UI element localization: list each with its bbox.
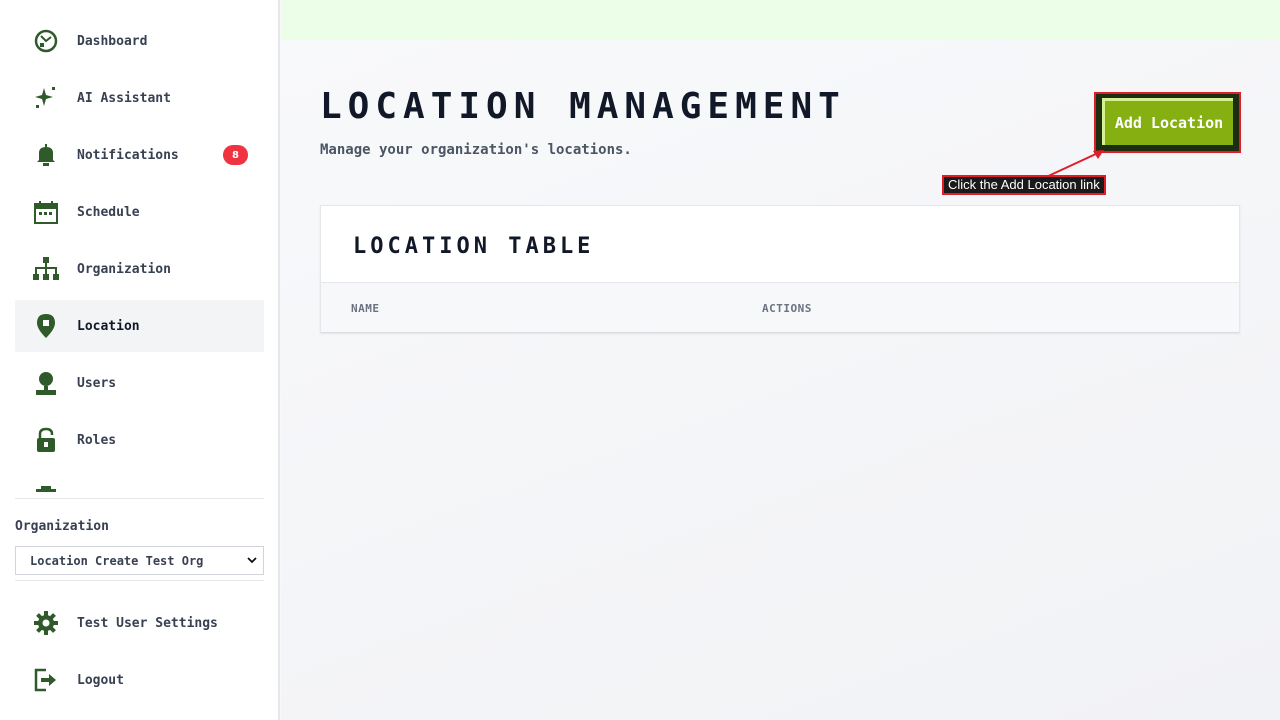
logout-icon <box>31 665 61 695</box>
annotation-tooltip: Click the Add Location link <box>942 175 1106 195</box>
partial-icon <box>31 482 61 493</box>
location-pin-icon <box>31 311 61 341</box>
sidebar-item-label: Notifications <box>77 147 179 163</box>
page-title: LOCATION MANAGEMENT <box>320 86 846 127</box>
sidebar-item-label: Test User Settings <box>77 615 218 631</box>
sidebar-item-organization[interactable]: Organization <box>15 243 264 295</box>
column-header-actions: ACTIONS <box>762 302 812 315</box>
organization-select-value: Location Create Test Org <box>30 553 204 568</box>
sidebar-nav: Dashboard AI Assistant Notifications 8 S… <box>15 15 264 493</box>
sidebar-item-ai-assistant[interactable]: AI Assistant <box>15 72 264 124</box>
table-header-row: NAME ACTIONS <box>321 282 1239 333</box>
sidebar-divider <box>15 498 264 499</box>
notification-count-badge: 8 <box>223 145 248 165</box>
sidebar-item-notifications[interactable]: Notifications 8 <box>15 129 264 181</box>
sidebar-item-label: Schedule <box>77 204 140 220</box>
gear-icon <box>31 608 61 638</box>
column-header-name: NAME <box>351 302 380 315</box>
sidebar-item-partial[interactable] <box>15 471 264 493</box>
sidebar: Dashboard AI Assistant Notifications 8 S… <box>0 0 280 720</box>
sidebar-item-settings[interactable]: Test User Settings <box>15 597 264 649</box>
location-table-card: LOCATION TABLE NAME ACTIONS <box>320 205 1240 333</box>
sidebar-item-label: AI Assistant <box>77 90 171 106</box>
page-subtitle: Manage your organization's locations. <box>320 142 632 158</box>
top-banner-strip <box>281 0 1280 40</box>
sidebar-item-label: Location <box>77 318 140 334</box>
sidebar-item-users[interactable]: Users <box>15 357 264 409</box>
sidebar-bottom-nav: Test User Settings Logout <box>15 597 264 711</box>
sidebar-item-roles[interactable]: Roles <box>15 414 264 466</box>
org-chart-icon <box>31 254 61 284</box>
dashboard-icon <box>31 26 61 56</box>
sidebar-divider <box>15 580 264 581</box>
organization-select[interactable]: Location Create Test Org <box>15 546 264 575</box>
sidebar-item-label: Organization <box>77 261 171 277</box>
sidebar-item-dashboard[interactable]: Dashboard <box>15 15 264 67</box>
sidebar-item-location[interactable]: Location <box>15 300 264 352</box>
chevron-down-icon <box>247 557 257 564</box>
user-icon <box>31 368 61 398</box>
table-title: LOCATION TABLE <box>353 234 595 259</box>
organization-label: Organization <box>15 519 109 534</box>
sparkle-icon <box>31 83 61 113</box>
lock-icon <box>31 425 61 455</box>
calendar-icon <box>31 197 61 227</box>
sidebar-item-label: Logout <box>77 672 124 688</box>
sidebar-item-label: Dashboard <box>77 33 148 49</box>
sidebar-item-label: Users <box>77 375 117 391</box>
add-location-button[interactable]: Add Location <box>1102 98 1233 145</box>
sidebar-item-label: Roles <box>77 432 117 448</box>
bell-icon <box>31 140 61 170</box>
sidebar-item-logout[interactable]: Logout <box>15 654 264 706</box>
sidebar-item-schedule[interactable]: Schedule <box>15 186 264 238</box>
add-location-button-highlight: Add Location <box>1094 92 1241 153</box>
